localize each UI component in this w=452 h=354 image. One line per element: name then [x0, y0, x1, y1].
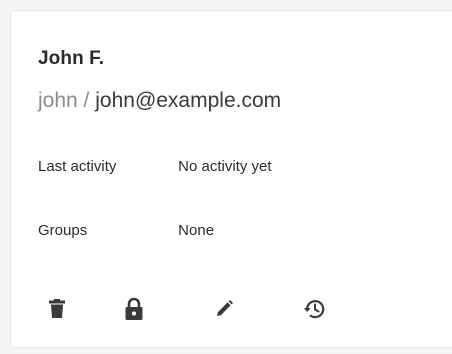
last-activity-row: Last activity No activity yet	[38, 158, 272, 175]
user-name: John F.	[38, 48, 105, 69]
username: john	[38, 89, 78, 112]
groups-row: Groups None	[38, 222, 214, 239]
lock-button[interactable]	[119, 294, 149, 324]
user-card: John F. john / john@example.com Last act…	[10, 10, 452, 348]
history-icon	[303, 300, 325, 319]
lock-icon	[125, 297, 143, 320]
edit-button[interactable]	[209, 294, 239, 324]
user-identity: john / john@example.com	[38, 89, 281, 113]
pencil-icon	[217, 300, 233, 316]
user-email: john@example.com	[95, 89, 282, 112]
groups-label: Groups	[38, 222, 88, 239]
delete-button[interactable]	[42, 294, 72, 324]
trash-icon	[49, 299, 65, 318]
last-activity-label: Last activity	[38, 158, 117, 175]
last-activity-value: No activity yet	[178, 158, 272, 175]
identity-separator: /	[83, 89, 90, 112]
history-button[interactable]	[299, 294, 329, 324]
user-actions	[11, 294, 452, 324]
groups-value: None	[178, 222, 215, 239]
